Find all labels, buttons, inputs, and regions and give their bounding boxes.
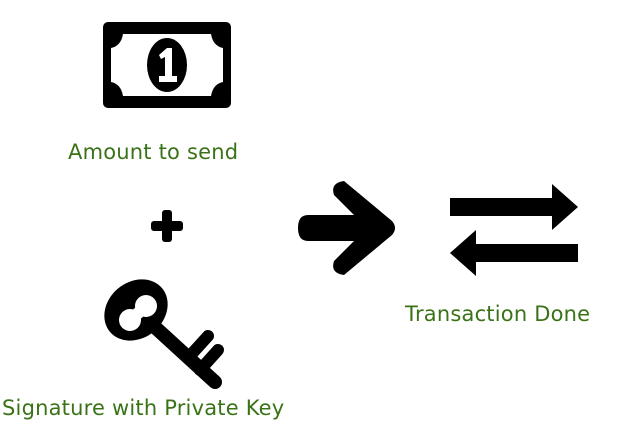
exchange-arrows-icon — [450, 184, 578, 276]
amount-label: Amount to send — [68, 140, 239, 164]
key-icon — [104, 279, 224, 389]
arrow-right-icon — [298, 181, 395, 275]
transaction-label: Transaction Done — [405, 302, 591, 326]
signature-label: Signature with Private Key — [2, 396, 285, 420]
plus-icon — [151, 210, 183, 242]
money-bill-icon — [103, 22, 231, 108]
